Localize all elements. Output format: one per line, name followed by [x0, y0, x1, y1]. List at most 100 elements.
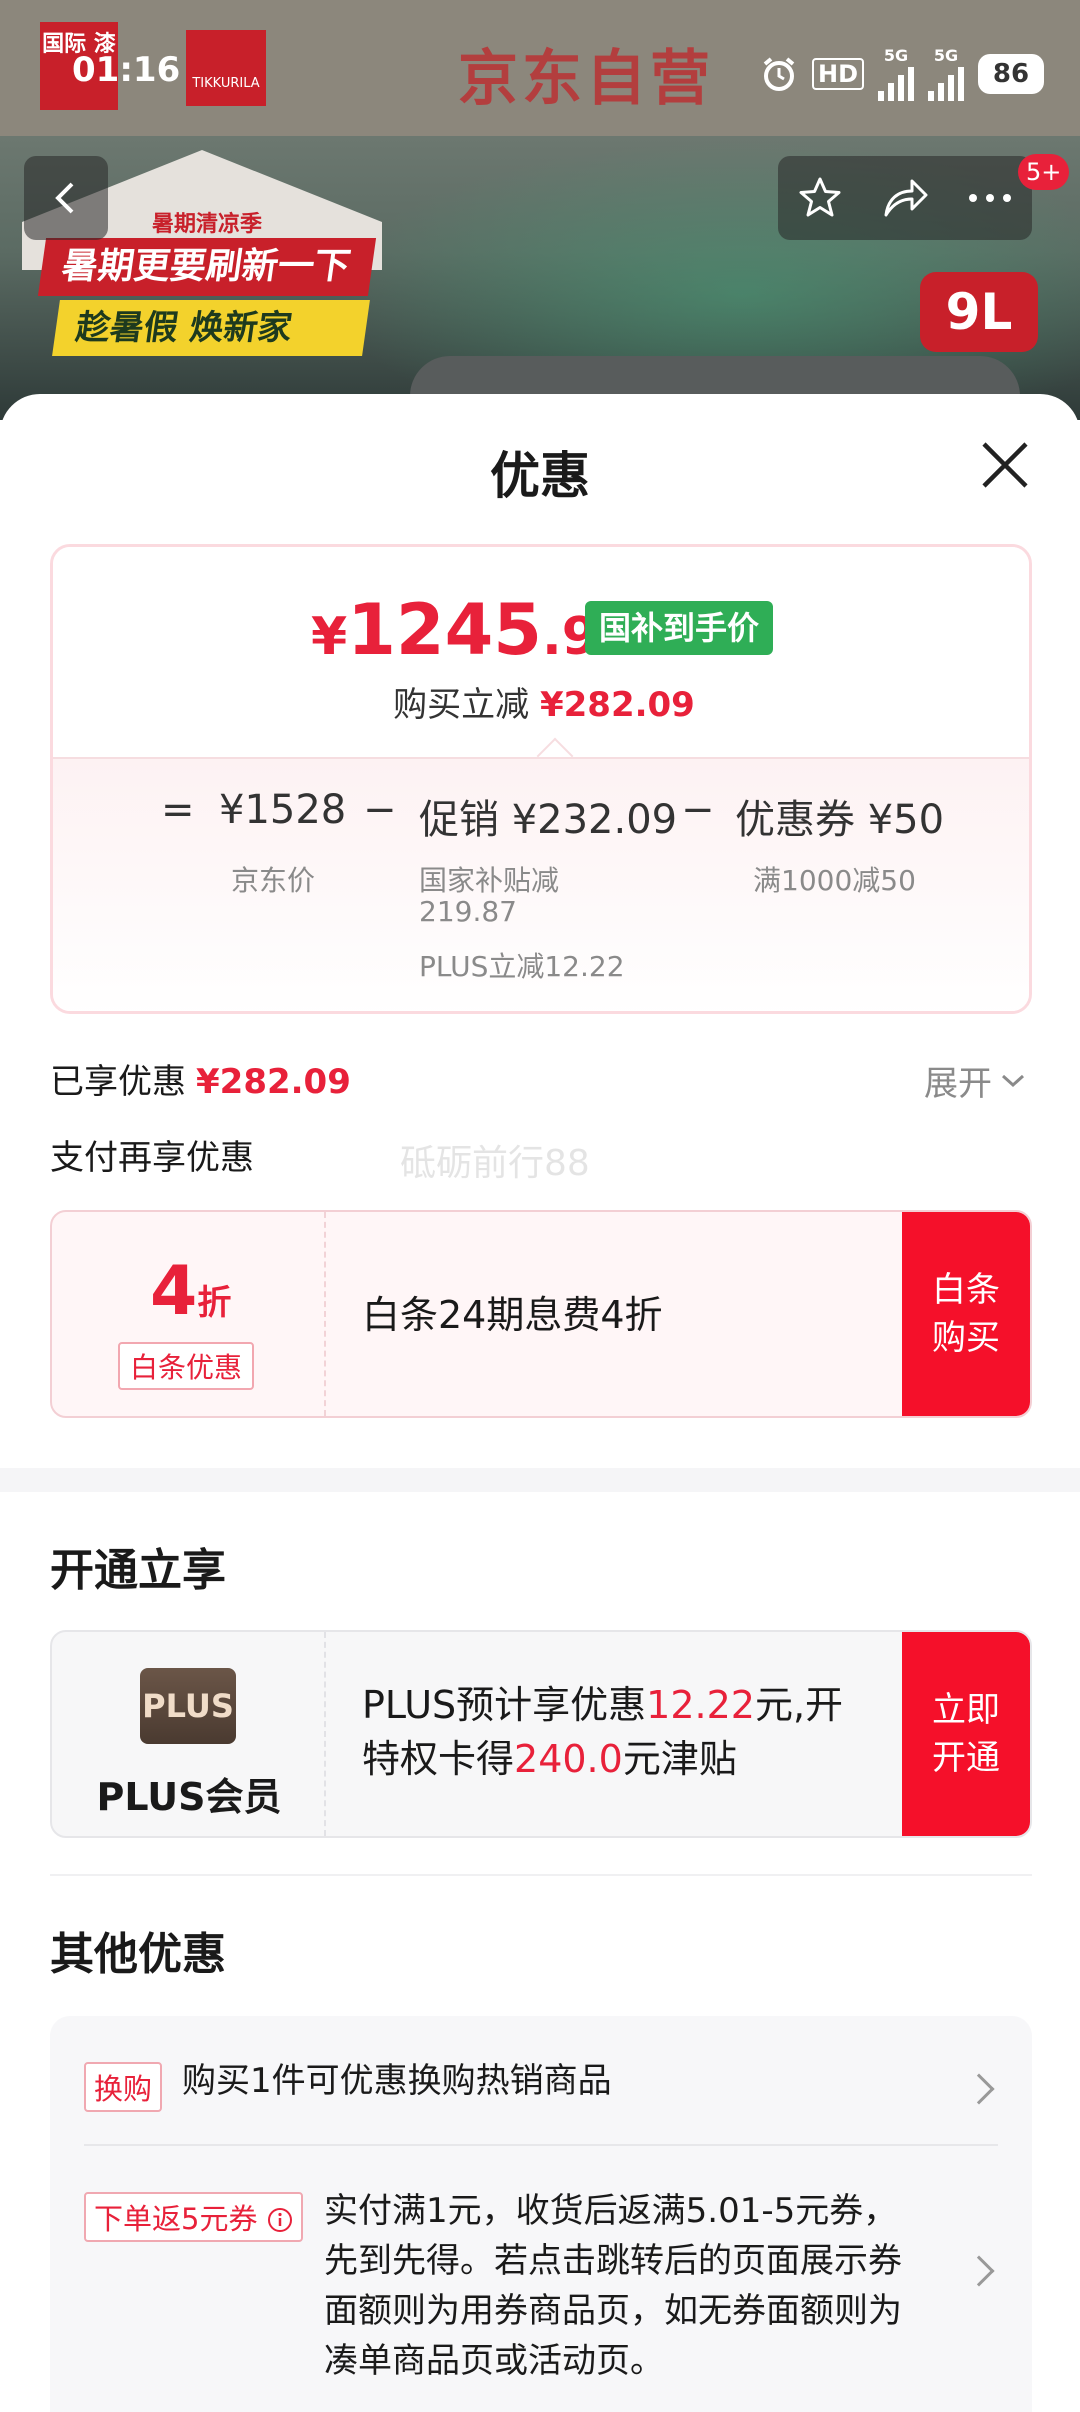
coupon-rule: 满1000减50	[753, 864, 916, 897]
roof-label: 暑期清凉季	[152, 212, 263, 237]
minus-sign: −	[681, 787, 715, 833]
save-label: 购买立减	[393, 685, 530, 725]
size-badge: 9L	[920, 272, 1038, 352]
promo-amount: 促销 ¥232.09	[419, 797, 678, 843]
button-line: 开通	[932, 1738, 1000, 1778]
button-line: 白条	[932, 1270, 1000, 1310]
text-line: 实付满1元，收货后返满5.01-5元券，	[324, 2191, 898, 2231]
share-icon[interactable]	[880, 175, 930, 221]
plus-line-1: PLUS预计享优惠12.22元,开	[362, 1678, 843, 1732]
back-button[interactable]	[24, 156, 108, 240]
top-action-group	[778, 156, 1032, 240]
price-breakdown-card: ¥1245.91 国补到手价 购买立减 ¥282.09 = ¥1528 京东价 …	[50, 544, 1032, 1014]
national-subsidy-label: 国家补贴减	[419, 864, 560, 897]
baitiao-offer-card[interactable]: 4折 白条优惠 白条24期息费4折 白条购买	[50, 1210, 1032, 1418]
baitiao-tag: 白条优惠	[118, 1342, 255, 1390]
button-line: 立即	[932, 1690, 1000, 1730]
hd-icon: HD	[811, 57, 864, 90]
discount-number: 4	[150, 1252, 198, 1331]
coupon-return-text: 实付满1元，收货后返满5.01-5元券， 先到先得。若点击跳转后的页面展示券 面…	[324, 2186, 902, 2386]
plus-badge: PLUS PLUS会员	[52, 1632, 326, 1836]
network-label: 5G	[883, 46, 909, 65]
trade-in-tag: 换购	[84, 2062, 163, 2112]
baitiao-discount-badge: 4折 白条优惠	[52, 1212, 326, 1416]
price-currency: ¥	[311, 607, 348, 667]
message-count-badge: 5+	[1018, 154, 1070, 190]
base-price-label: 京东价	[231, 864, 316, 897]
final-price-area: ¥1245.91 国补到手价 购买立减 ¥282.09	[53, 547, 1029, 757]
expand-button[interactable]: 展开	[924, 1056, 1026, 1105]
status-icons: HD 5G 5G 86	[760, 46, 1044, 101]
save-line: 购买立减 ¥282.09	[53, 677, 1029, 726]
text: 元津贴	[622, 1737, 737, 1781]
price-integer: 1245	[347, 589, 543, 671]
expand-label: 展开	[924, 1064, 992, 1104]
text-line: 面额则为用券商品页，如无券面额则为	[324, 2291, 902, 2331]
baitiao-description: 白条24期息费4折	[362, 1293, 663, 1337]
info-icon	[267, 2208, 292, 2232]
text-line: 凑单商品页或活动页。	[324, 2341, 664, 2381]
plus-open-button[interactable]: 立即 开通	[902, 1632, 1030, 1836]
button-line: 购买	[932, 1318, 1000, 1358]
text-line: 先到先得。若点击跳转后的页面展示券	[324, 2241, 902, 2281]
discount-sheet: 优惠 ¥1245.91 国补到手价 购买立减 ¥282.09 = ¥1528 京…	[0, 394, 1080, 2412]
chevron-down-icon	[1001, 1074, 1025, 1087]
text: 特权卡得	[362, 1737, 515, 1781]
close-icon[interactable]	[976, 436, 1034, 494]
section-divider	[50, 1874, 1032, 1876]
open-section-title: 开通立享	[50, 1545, 226, 1596]
save-amount: ¥282.09	[539, 685, 695, 725]
enjoyed-amount: ¥282.09	[196, 1062, 351, 1102]
subsidy-price-tag: 国补到手价	[585, 601, 774, 655]
battery-icon: 86	[978, 53, 1044, 94]
coupon-amount: 优惠券 ¥50	[735, 797, 945, 843]
plus-discount-label: PLUS立减12.22	[419, 950, 625, 983]
enjoyed-discount: 已享优惠 ¥282.09	[50, 1054, 351, 1103]
watermark: 砥砺前行88	[400, 1143, 590, 1184]
plus-line-2: 特权卡得240.0元津贴	[362, 1732, 843, 1786]
tikkurila-logo: TIKKURILA	[186, 30, 266, 106]
status-time: 01:16	[72, 50, 181, 90]
baitiao-discount: 4折	[150, 1252, 231, 1331]
national-subsidy-value: 219.87	[419, 895, 517, 928]
text: PLUS预计享优惠	[362, 1683, 647, 1727]
network-label: 5G	[933, 46, 959, 65]
plus-description: PLUS预计享优惠12.22元,开 特权卡得240.0元津贴	[362, 1678, 843, 1786]
text: 元,开	[754, 1683, 844, 1727]
trade-in-text: 购买1件可优惠换购热销商品	[182, 2061, 612, 2101]
promo-line-2: 趁暑假 焕新家	[52, 300, 370, 356]
chevron-left-icon	[55, 182, 74, 214]
coupon-return-tag: 下单返5元券	[84, 2192, 303, 2242]
plus-saving-amount: 12.22	[646, 1683, 755, 1727]
list-item[interactable]: 换购 购买1件可优惠换购热销商品	[84, 2056, 998, 2126]
base-price: ¥1528	[219, 787, 347, 833]
star-icon[interactable]	[797, 175, 843, 221]
minus-sign: −	[363, 787, 397, 833]
sheet-title: 优惠	[490, 447, 590, 505]
row-divider	[84, 2144, 998, 2146]
section-divider	[0, 1468, 1080, 1492]
other-section-title: 其他优惠	[50, 1929, 226, 1980]
tag-label: 下单返5元券	[94, 2202, 258, 2236]
promo-line-1: 暑期更要刷新一下	[37, 238, 377, 296]
price-formula: = ¥1528 京东价 − 促销 ¥232.09 国家补贴减 219.87 PL…	[53, 757, 1029, 1011]
discount-unit: 折	[197, 1283, 232, 1323]
plus-allowance-amount: 240.0	[514, 1737, 623, 1781]
alarm-icon	[763, 56, 795, 91]
equals-sign: =	[161, 787, 195, 833]
signal-5g-b: 5G	[928, 46, 964, 101]
enjoyed-label: 已享优惠	[50, 1062, 186, 1102]
plus-logo: PLUS	[140, 1668, 236, 1744]
other-offers-list: 换购 购买1件可优惠换购热销商品 下单返5元券 实付满1元，收货后返满5.01-…	[50, 2016, 1032, 2412]
signal-bars-icon	[878, 65, 914, 101]
plus-offer-card[interactable]: PLUS PLUS会员 PLUS预计享优惠12.22元,开 特权卡得240.0元…	[50, 1630, 1032, 1838]
list-item[interactable]: 下单返5元券 实付满1元，收货后返满5.01-5元券， 先到先得。若点击跳转后的…	[84, 2186, 998, 2406]
baitiao-buy-button[interactable]: 白条 购买	[902, 1212, 1030, 1416]
signal-5g-a: 5G	[878, 46, 914, 101]
chevron-right-icon	[963, 2073, 995, 2105]
pay-more-label: 支付再享优惠	[50, 1138, 254, 1178]
banner-text: 京东自营	[458, 44, 714, 114]
plus-member-name: PLUS会员	[96, 1775, 282, 1819]
chevron-right-icon	[963, 2255, 995, 2287]
more-icon[interactable]	[967, 192, 1013, 204]
